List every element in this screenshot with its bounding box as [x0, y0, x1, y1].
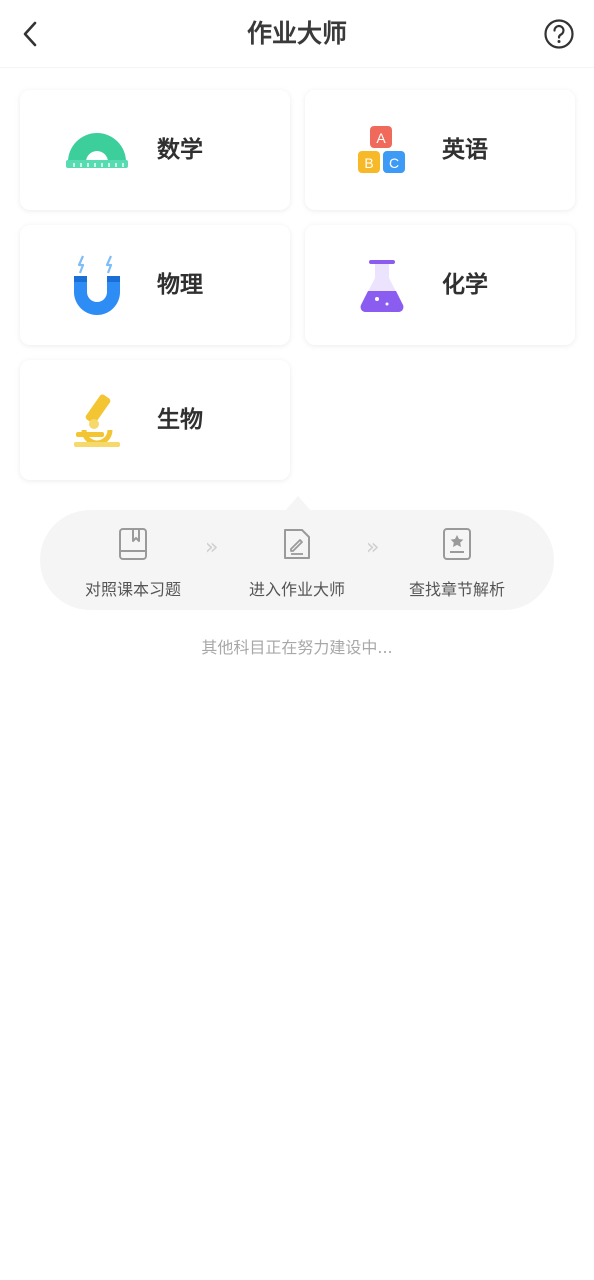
abc-blocks-icon: A B C	[347, 118, 417, 182]
star-document-icon	[392, 524, 522, 564]
flow-step-label: 查找章节解析	[408, 580, 505, 599]
microscope-icon	[62, 388, 132, 452]
chevron-left-icon	[23, 21, 37, 47]
subject-card-physics[interactable]: 物理	[20, 225, 290, 345]
usage-flow-banner: 对照课本习题 » 进入作业大师 » 查找章节解析	[40, 510, 554, 610]
magnet-icon	[62, 253, 132, 317]
subject-card-biology[interactable]: 生物	[20, 360, 290, 480]
subject-label-math: 数学	[157, 137, 203, 163]
help-button[interactable]	[542, 17, 576, 51]
svg-text:A: A	[376, 130, 386, 146]
top-bar: 作业大师	[0, 0, 594, 68]
flow-pointer	[285, 496, 311, 511]
coming-soon-note: 其他科目正在努力建设中...	[201, 638, 393, 657]
svg-text:B: B	[364, 155, 373, 171]
double-chevron-icon: »	[366, 535, 380, 560]
page-title: 作业大师	[246, 19, 347, 48]
subject-card-english[interactable]: A B C 英语	[305, 90, 575, 210]
flow-step-1: 对照课本习题	[68, 524, 198, 600]
subject-card-math[interactable]: 数学	[20, 90, 290, 210]
subject-card-chemistry[interactable]: 化学	[305, 225, 575, 345]
subject-label-physics: 物理	[157, 272, 203, 298]
question-circle-icon	[544, 19, 574, 49]
subject-label-chemistry: 化学	[442, 272, 488, 298]
protractor-icon	[62, 118, 132, 182]
book-icon	[68, 524, 198, 564]
document-edit-icon	[232, 524, 362, 564]
flask-icon	[347, 253, 417, 317]
flow-step-2: 进入作业大师	[232, 524, 362, 600]
subject-label-english: 英语	[442, 137, 488, 163]
subject-label-biology: 生物	[157, 407, 203, 433]
flow-step-label: 对照课本习题	[84, 580, 181, 599]
double-chevron-icon: »	[205, 535, 219, 560]
svg-text:C: C	[389, 155, 399, 171]
back-button[interactable]	[12, 14, 48, 54]
flow-step-label: 进入作业大师	[248, 580, 345, 599]
flow-step-3: 查找章节解析	[392, 524, 522, 600]
